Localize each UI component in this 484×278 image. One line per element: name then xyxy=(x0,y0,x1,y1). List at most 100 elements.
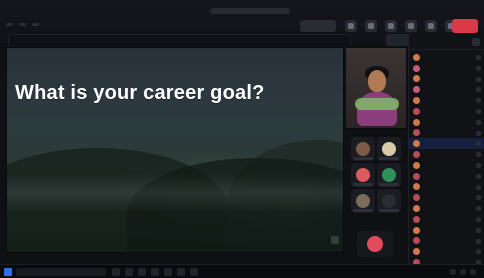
participant-row[interactable] xyxy=(409,225,484,236)
taskbar-app-icon[interactable] xyxy=(177,268,185,276)
participant-tile-2[interactable] xyxy=(377,137,401,161)
chat-icon[interactable] xyxy=(365,20,377,32)
avatar xyxy=(413,194,420,202)
slide-background: What is your career goal? xyxy=(7,48,343,252)
participant-row[interactable] xyxy=(409,203,484,214)
participant-row[interactable] xyxy=(409,52,484,63)
shared-content-stage: What is your career goal? xyxy=(6,47,344,253)
participant-row[interactable] xyxy=(409,138,484,150)
participant-row[interactable] xyxy=(409,63,484,74)
mic-off-icon xyxy=(476,87,481,93)
avatar xyxy=(413,64,420,72)
participant-row[interactable] xyxy=(409,214,484,225)
participant-row[interactable] xyxy=(409,74,484,85)
participant-row[interactable] xyxy=(409,236,484,247)
mic-off-icon xyxy=(476,206,481,212)
participant-row[interactable] xyxy=(409,192,484,203)
tray-icon[interactable] xyxy=(450,269,456,275)
participant-tile-3[interactable] xyxy=(351,163,375,187)
participant-name xyxy=(424,141,474,147)
mic-off-icon xyxy=(476,76,481,82)
tray-icon[interactable] xyxy=(470,269,476,275)
taskbar-app-icon[interactable] xyxy=(125,268,133,276)
raised-hands-tile[interactable] xyxy=(357,231,393,257)
participant-row[interactable] xyxy=(409,128,484,139)
mic-off-icon xyxy=(476,119,481,125)
participant-tile-5[interactable] xyxy=(351,189,375,213)
participant-name xyxy=(424,76,474,82)
close-icon[interactable] xyxy=(472,38,480,46)
participant-row[interactable] xyxy=(409,117,484,128)
participant-name xyxy=(424,173,474,179)
meeting-title-placeholder xyxy=(210,8,290,14)
window-control-1[interactable] xyxy=(6,22,13,26)
taskbar-app-icon[interactable] xyxy=(151,268,159,276)
mic-off-icon xyxy=(476,152,481,158)
participant-tile-4[interactable] xyxy=(377,163,401,187)
avatar xyxy=(413,86,420,94)
tile-name-bar xyxy=(353,209,373,212)
taskbar-app-icon[interactable] xyxy=(190,268,198,276)
taskbar-app-icon[interactable] xyxy=(112,268,120,276)
participant-name xyxy=(424,119,474,125)
participant-name xyxy=(424,65,474,71)
mic-off-icon xyxy=(476,184,481,190)
mic-off-icon xyxy=(476,227,481,233)
camera-icon[interactable] xyxy=(425,20,437,32)
avatar xyxy=(382,142,396,156)
participant-row[interactable] xyxy=(409,84,484,95)
expand-icon[interactable] xyxy=(331,236,339,244)
participant-row[interactable] xyxy=(409,160,484,171)
avatar xyxy=(413,215,420,223)
participant-name xyxy=(424,206,474,212)
speaker-video[interactable] xyxy=(345,47,407,129)
taskbar-search-input[interactable] xyxy=(16,268,106,276)
leave-button[interactable] xyxy=(452,19,478,33)
taskbar-app-icon[interactable] xyxy=(138,268,146,276)
raised-hand-icon xyxy=(367,236,383,252)
participant-name xyxy=(424,98,474,104)
participants-icon[interactable] xyxy=(345,20,357,32)
participant-row[interactable] xyxy=(409,106,484,117)
window-control-3[interactable] xyxy=(32,22,39,26)
video-column xyxy=(345,47,407,278)
participant-name xyxy=(424,152,474,158)
participant-name xyxy=(424,87,474,93)
mic-off-icon xyxy=(476,216,481,222)
participant-tile-1[interactable] xyxy=(351,137,375,161)
mic-off-icon xyxy=(476,162,481,168)
participants-panel-header xyxy=(409,34,484,50)
mic-off-icon xyxy=(476,141,481,147)
banner-action-button[interactable] xyxy=(386,34,410,46)
participant-row[interactable] xyxy=(409,182,484,193)
tile-name-bar xyxy=(379,157,399,160)
slide-fog xyxy=(7,173,343,213)
teams-meeting-window: What is your career goal? xyxy=(0,0,484,278)
more-icon[interactable] xyxy=(405,20,417,32)
mic-off-icon xyxy=(476,173,481,179)
window-control-2[interactable] xyxy=(19,22,26,26)
mic-off-icon xyxy=(476,55,481,60)
taskbar-app-icon[interactable] xyxy=(164,268,172,276)
mic-off-icon xyxy=(476,130,481,136)
avatar xyxy=(413,205,420,213)
tile-name-bar xyxy=(353,157,373,160)
taskbar-pinned-icons xyxy=(112,268,198,276)
start-button[interactable] xyxy=(4,268,12,276)
react-icon[interactable] xyxy=(385,20,397,32)
avatar xyxy=(413,107,420,115)
tray-icon[interactable] xyxy=(460,269,466,275)
participant-name xyxy=(424,184,474,190)
avatar xyxy=(382,168,396,182)
avatar xyxy=(413,172,420,180)
participant-row[interactable] xyxy=(409,149,484,160)
mic-off-icon xyxy=(476,249,481,255)
participant-row[interactable] xyxy=(409,171,484,182)
window-controls[interactable] xyxy=(6,21,40,27)
avatar xyxy=(413,183,420,191)
participant-row[interactable] xyxy=(409,95,484,106)
participant-row[interactable] xyxy=(409,246,484,257)
participant-tile-6[interactable] xyxy=(377,189,401,213)
avatar xyxy=(356,168,370,182)
participant-tiles xyxy=(351,137,401,221)
